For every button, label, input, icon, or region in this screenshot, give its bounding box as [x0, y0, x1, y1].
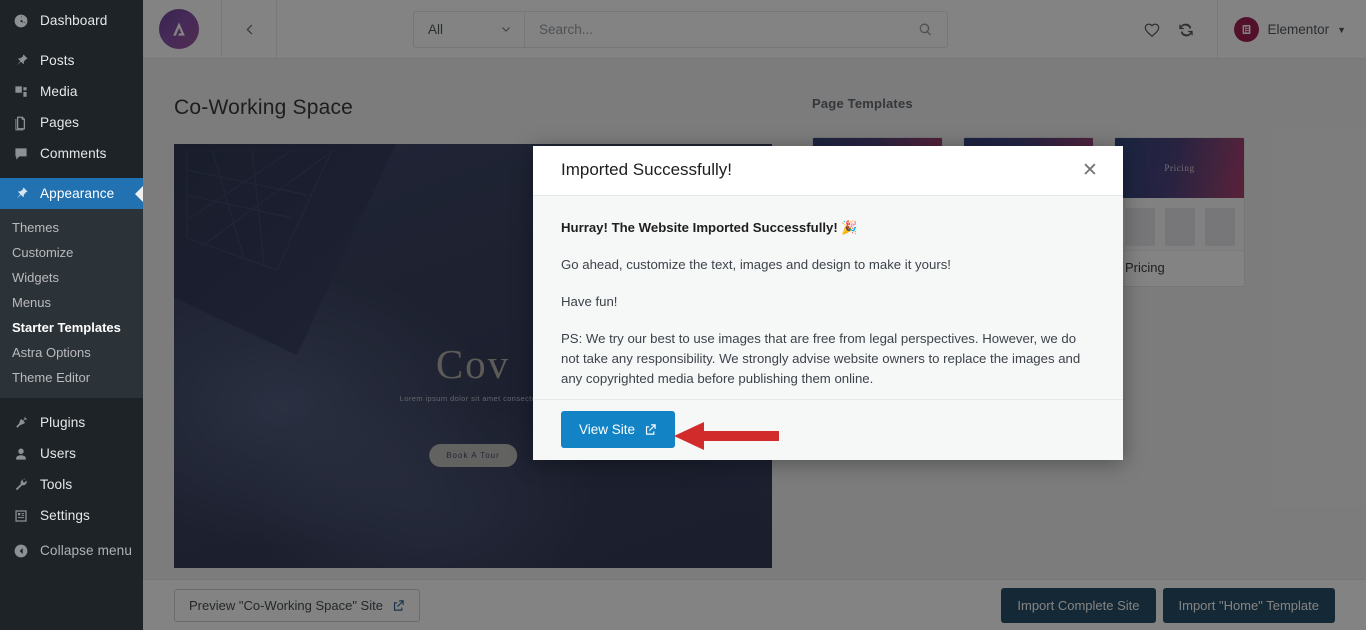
- astra-logo-icon[interactable]: [159, 9, 199, 49]
- refresh-icon[interactable]: [1169, 13, 1203, 47]
- wp-admin-sidebar: Dashboard Posts Media Pages Comments App…: [0, 0, 143, 630]
- preview-structure-lines: [186, 150, 393, 271]
- sidebar-item-plugins[interactable]: Plugins: [0, 407, 143, 438]
- template-hero: Pricing: [1115, 138, 1244, 198]
- category-select[interactable]: All: [414, 12, 525, 47]
- toolbar-right: Elementor ▼: [1135, 0, 1366, 59]
- preview-cta-button: Book A Tour: [429, 444, 517, 467]
- annotation-arrow-icon: [674, 422, 779, 450]
- sidebar-item-collapse-menu[interactable]: Collapse menu: [0, 535, 143, 566]
- plug-icon: [10, 413, 32, 433]
- active-arrow-icon: [135, 185, 143, 202]
- modal-lead-text: Hurray! The Website Imported Successfull…: [561, 219, 858, 235]
- sidebar-item-tools[interactable]: Tools: [0, 469, 143, 500]
- import-home-template-button[interactable]: Import "Home" Template: [1162, 587, 1335, 623]
- modal-title: Imported Successfully!: [561, 160, 733, 180]
- submenu-item-astra-options[interactable]: Astra Options: [0, 340, 143, 365]
- page-templates-label: Page Templates: [812, 96, 913, 111]
- sidebar-item-label: Comments: [40, 146, 107, 161]
- starter-templates-app: All El: [143, 0, 1366, 630]
- sidebar-item-settings[interactable]: Settings: [0, 500, 143, 531]
- external-link-icon: [393, 599, 404, 611]
- modal-line-3: Have fun!: [561, 293, 618, 309]
- user-menu[interactable]: Elementor ▼: [1233, 17, 1366, 42]
- bottom-action-bar: Preview "Co-Working Space" Site Import C…: [143, 579, 1366, 630]
- settings-icon: [10, 506, 32, 526]
- screen: Dashboard Posts Media Pages Comments App…: [0, 0, 1366, 630]
- template-card-pricing[interactable]: Pricing Pricing: [1114, 137, 1245, 287]
- sidebar-item-label: Pages: [40, 115, 80, 130]
- collapse-icon: [10, 541, 32, 561]
- heart-icon[interactable]: [1135, 13, 1169, 47]
- modal-body: Hurray! The Website Imported Successfull…: [533, 196, 1123, 399]
- close-icon[interactable]: ✕: [1076, 156, 1104, 184]
- back-button[interactable]: [221, 0, 277, 59]
- view-site-button[interactable]: View Site: [561, 411, 676, 449]
- appearance-submenu: Themes Customize Widgets Menus Starter T…: [0, 209, 143, 398]
- brush-icon: [10, 184, 32, 204]
- submenu-item-theme-editor[interactable]: Theme Editor: [0, 365, 143, 390]
- imported-successfully-modal: Imported Successfully! ✕ Hurray! The Web…: [533, 146, 1123, 460]
- media-icon: [10, 82, 32, 102]
- sidebar-item-media[interactable]: Media: [0, 76, 143, 107]
- modal-header: Imported Successfully! ✕: [533, 146, 1123, 196]
- template-thumbnail: Pricing: [1115, 138, 1244, 250]
- search-input[interactable]: [525, 22, 918, 37]
- import-complete-site-button[interactable]: Import Complete Site: [1001, 587, 1156, 623]
- category-value: All: [428, 22, 444, 37]
- user-icon: [10, 444, 32, 464]
- sidebar-item-label: Plugins: [40, 415, 86, 430]
- preview-site-label: Preview "Co-Working Space" Site: [189, 597, 383, 613]
- modal-line-2: Go ahead, customize the text, images and…: [561, 256, 951, 272]
- sidebar-separator: [0, 36, 143, 45]
- submenu-item-menus[interactable]: Menus: [0, 290, 143, 315]
- preview-subtext: Lorem ipsum dolor sit amet consectetur: [399, 394, 547, 403]
- chevron-down-icon: [502, 26, 510, 32]
- sidebar-separator: [0, 398, 143, 407]
- sidebar-item-label: Tools: [40, 477, 73, 492]
- sidebar-item-pages[interactable]: Pages: [0, 107, 143, 138]
- submenu-item-widgets[interactable]: Widgets: [0, 265, 143, 290]
- app-toolbar: All El: [143, 0, 1366, 59]
- sidebar-item-label: Media: [40, 84, 78, 99]
- sidebar-item-label: Settings: [40, 508, 90, 523]
- search-icon[interactable]: [918, 22, 947, 37]
- sidebar-item-label: Appearance: [40, 186, 115, 201]
- external-link-icon: [645, 424, 656, 436]
- page-title: Co-Working Space: [174, 96, 354, 119]
- sidebar-item-label: Posts: [40, 53, 75, 68]
- sidebar-item-appearance[interactable]: Appearance: [0, 178, 143, 209]
- sidebar-item-users[interactable]: Users: [0, 438, 143, 469]
- sidebar-item-comments[interactable]: Comments: [0, 138, 143, 169]
- sidebar-item-posts[interactable]: Posts: [0, 45, 143, 76]
- toolbar-divider: [1216, 0, 1218, 59]
- sidebar-item-label: Users: [40, 446, 76, 461]
- avatar: [1233, 17, 1259, 42]
- view-site-label: View Site: [579, 422, 636, 438]
- template-name: Pricing: [1115, 250, 1244, 286]
- pages-icon: [10, 113, 32, 133]
- template-hero-text: Pricing: [1164, 163, 1195, 173]
- submenu-item-themes[interactable]: Themes: [0, 215, 143, 240]
- submenu-item-customize[interactable]: Customize: [0, 240, 143, 265]
- wrench-icon: [10, 475, 32, 495]
- user-name: Elementor: [1267, 22, 1330, 37]
- search-bar: All: [413, 11, 948, 48]
- comment-icon: [10, 144, 32, 164]
- pin-icon: [10, 51, 32, 71]
- modal-ps-text: PS: We try our best to use images that a…: [561, 330, 1081, 386]
- import-buttons: Import Complete Site Import "Home" Templ…: [1001, 587, 1335, 623]
- chevron-down-icon: ▼: [1337, 24, 1346, 35]
- preview-site-button[interactable]: Preview "Co-Working Space" Site: [174, 588, 420, 622]
- sidebar-item-label: Collapse menu: [40, 543, 132, 558]
- dashboard-icon: [10, 11, 32, 31]
- modal-footer: View Site: [533, 398, 1123, 460]
- sidebar-item-dashboard[interactable]: Dashboard: [0, 5, 143, 36]
- submenu-item-starter-templates[interactable]: Starter Templates: [0, 315, 143, 340]
- sidebar-separator: [0, 169, 143, 178]
- sidebar-item-label: Dashboard: [40, 13, 108, 28]
- chevron-left-icon: [246, 24, 252, 34]
- template-body-preview: [1115, 198, 1244, 250]
- preview-heading: Cov: [435, 341, 511, 387]
